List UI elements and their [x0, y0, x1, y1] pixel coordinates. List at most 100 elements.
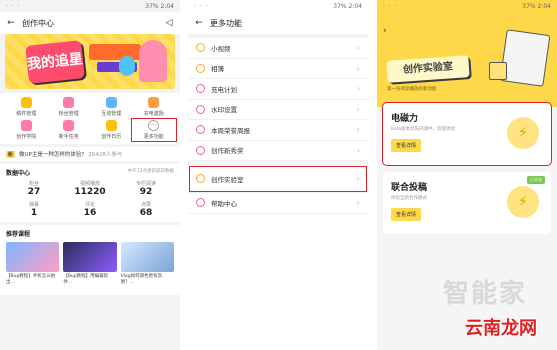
watermark-icon [196, 104, 205, 114]
stat-cell[interactable]: 弹幕 1 [6, 201, 62, 218]
stat-cell[interactable]: 评论 16 [62, 201, 118, 218]
course-card[interactable]: Vlog如何调色更有氛围？... [120, 242, 174, 286]
watermark-text: 智能家 [442, 279, 527, 309]
chevron-right-icon: › [356, 174, 360, 183]
course-card[interactable]: 【Bup教程】用编辑软件... [63, 242, 117, 286]
menu-label: 帮助中心 [211, 199, 237, 208]
signal-icon: · · · [6, 2, 21, 10]
report-icon [196, 125, 205, 135]
lab-illustration-2 [489, 62, 507, 80]
data-center: 数据中心 中午12点更新前日数据 粉丝 27 视频播放 11220 专栏阅读 92 弹幕… [0, 164, 180, 222]
lab-flask-icon [196, 174, 205, 183]
grid-label: 充电激励 [143, 111, 164, 117]
feature-grid: 稿件管理 粉丝管理 互动管理 充电激励 创作学院 新手任务 创作日历 ··· 更多… [0, 93, 180, 144]
lightning-icon: ⚡ [507, 117, 539, 149]
menu-item-creative-lab[interactable]: 创作实验室 › [188, 165, 368, 193]
lab-hero-banner: ‹ 创作实验室 第一份阅读播放的新功能 [377, 12, 557, 107]
clock: 2:04 [537, 2, 551, 10]
back-arrow-icon[interactable]: ‹ [383, 26, 387, 36]
grid-item-academy[interactable]: 创作学院 [5, 120, 48, 140]
back-arrow-icon[interactable]: ← [6, 18, 16, 28]
help-icon [196, 198, 205, 208]
stat-label: 点赞 [140, 202, 151, 208]
battery-text: 37% [522, 2, 536, 10]
menu-item-album[interactable]: 相簿 › [188, 59, 368, 79]
chevron-right-icon: › [356, 43, 360, 53]
grid-item-more-functions[interactable]: ··· 更多功能 [130, 118, 177, 142]
chevron-right-icon: › [356, 145, 360, 155]
clock: 2:04 [160, 2, 174, 10]
menu-item-rookie-award[interactable]: 创作新秀奖 › [188, 141, 368, 161]
status-bar: · · · 37% 2:04 [377, 0, 557, 12]
course-card[interactable]: 【Bup教程】手机怎么拍出... [6, 242, 60, 286]
stat-cell[interactable]: 专栏阅读 92 [118, 180, 174, 197]
stat-label: 粉丝 [28, 181, 39, 187]
view-details-button[interactable]: 查看详情 [391, 208, 422, 221]
stat-cell[interactable]: 点赞 68 [118, 201, 174, 218]
grid-label: 更多功能 [143, 134, 164, 140]
site-watermark: 云南龙网 [465, 318, 537, 339]
signal-icon: · · · [383, 2, 398, 10]
top-navbar: ← 更多功能 [188, 12, 368, 34]
top-navbar: ← 创作中心 ◁ [0, 12, 180, 34]
hint-text: 做UP主是一种怎样的体验? [19, 152, 85, 158]
topic-hint-bar[interactable]: 新 做UP主是一种怎样的体验? 26428人参与 [0, 147, 180, 161]
stat-value: 68 [139, 208, 153, 218]
charge-icon [148, 97, 160, 108]
banner-character-illustration [139, 40, 167, 82]
stat-cell[interactable]: 粉丝 27 [6, 180, 62, 197]
menu-label: 相簿 [211, 65, 224, 74]
academy-icon [20, 120, 32, 131]
battery-text: 37% [333, 2, 347, 10]
grid-label: 互动管理 [101, 111, 122, 117]
album-icon [196, 63, 205, 73]
view-details-button[interactable]: 查看详情 [391, 139, 422, 152]
more-dots-icon: ··· [148, 120, 160, 131]
grid-label: 新手任务 [58, 134, 79, 140]
grid-item-charge[interactable]: 充电激励 [133, 97, 176, 117]
banner-character-illustration-2 [119, 56, 135, 76]
grid-label: 创作学院 [16, 134, 37, 140]
menu-item-help-center[interactable]: 帮助中心 › [188, 193, 368, 214]
status-bar: · · · 37% 2:04 [0, 0, 180, 12]
menu-label: 本周荣誉周报 [211, 126, 250, 135]
link-icon: ⚡ [507, 186, 539, 218]
course-title: Vlog如何调色更有氛围？... [120, 274, 163, 285]
menu-item-weekly-report[interactable]: 本周荣誉周报 › [188, 120, 368, 141]
stat-value: 11220 [74, 187, 106, 197]
stat-cell[interactable]: 视频播放 11220 [62, 180, 118, 197]
menu-item-short-video[interactable]: 小视频 › [188, 38, 368, 59]
chevron-right-icon: › [356, 63, 360, 73]
menu-label: 创作实验室 [211, 175, 244, 184]
grid-item-interaction[interactable]: 互动管理 [90, 97, 133, 117]
menu-item-watermark[interactable]: 水印设置 › [188, 100, 368, 120]
status-badge: 已开启 [527, 176, 545, 184]
sound-icon[interactable]: ◁ [164, 18, 174, 28]
grid-item-manuscript[interactable]: 稿件管理 [5, 97, 48, 117]
function-list: 小视频 › 相簿 › 充电计划 › 水印设置 › 本周荣誉周报 › 创作新秀奖 › 创作实验… [188, 38, 368, 214]
page-title: 更多功能 [210, 18, 242, 28]
new-badge: 新 [6, 150, 16, 158]
signal-icon: · · · [194, 2, 209, 10]
more-functions-screen: · · · 37% 2:04 ← 更多功能 小视频 › 相簿 › 充电计划 › 水印设… [188, 0, 368, 350]
grid-item-newbie-tasks[interactable]: 新手任务 [48, 120, 91, 140]
creative-lab-screen: · · · 37% 2:04 ‹ 创作实验室 第一份阅读播放的新功能 电磁力 b… [377, 0, 557, 350]
lab-logo: 创作实验室 [386, 55, 470, 83]
status-bar: · · · 37% 2:04 [188, 0, 368, 12]
banner-headline: 我的追星记 [26, 51, 84, 73]
menu-label: 水印设置 [211, 106, 237, 115]
course-thumbnail [63, 242, 117, 272]
back-arrow-icon[interactable]: ← [194, 18, 204, 28]
menu-label: 充电计划 [211, 85, 237, 94]
menu-item-charge-plan[interactable]: 充电计划 › [188, 79, 368, 100]
stat-label: 评论 [84, 202, 95, 208]
grid-label: 稿件管理 [16, 111, 37, 117]
grid-label: 粉丝管理 [58, 111, 79, 117]
course-title: 【Bup教程】用编辑软件... [63, 274, 109, 285]
grid-label: 创作日历 [101, 134, 122, 140]
stat-value: 16 [83, 208, 97, 218]
grid-item-fans[interactable]: 粉丝管理 [48, 97, 91, 117]
course-thumbnail [6, 242, 60, 272]
grid-item-calendar[interactable]: 创作日历 [90, 120, 133, 140]
promo-banner[interactable]: 我的追星记 [5, 34, 175, 89]
